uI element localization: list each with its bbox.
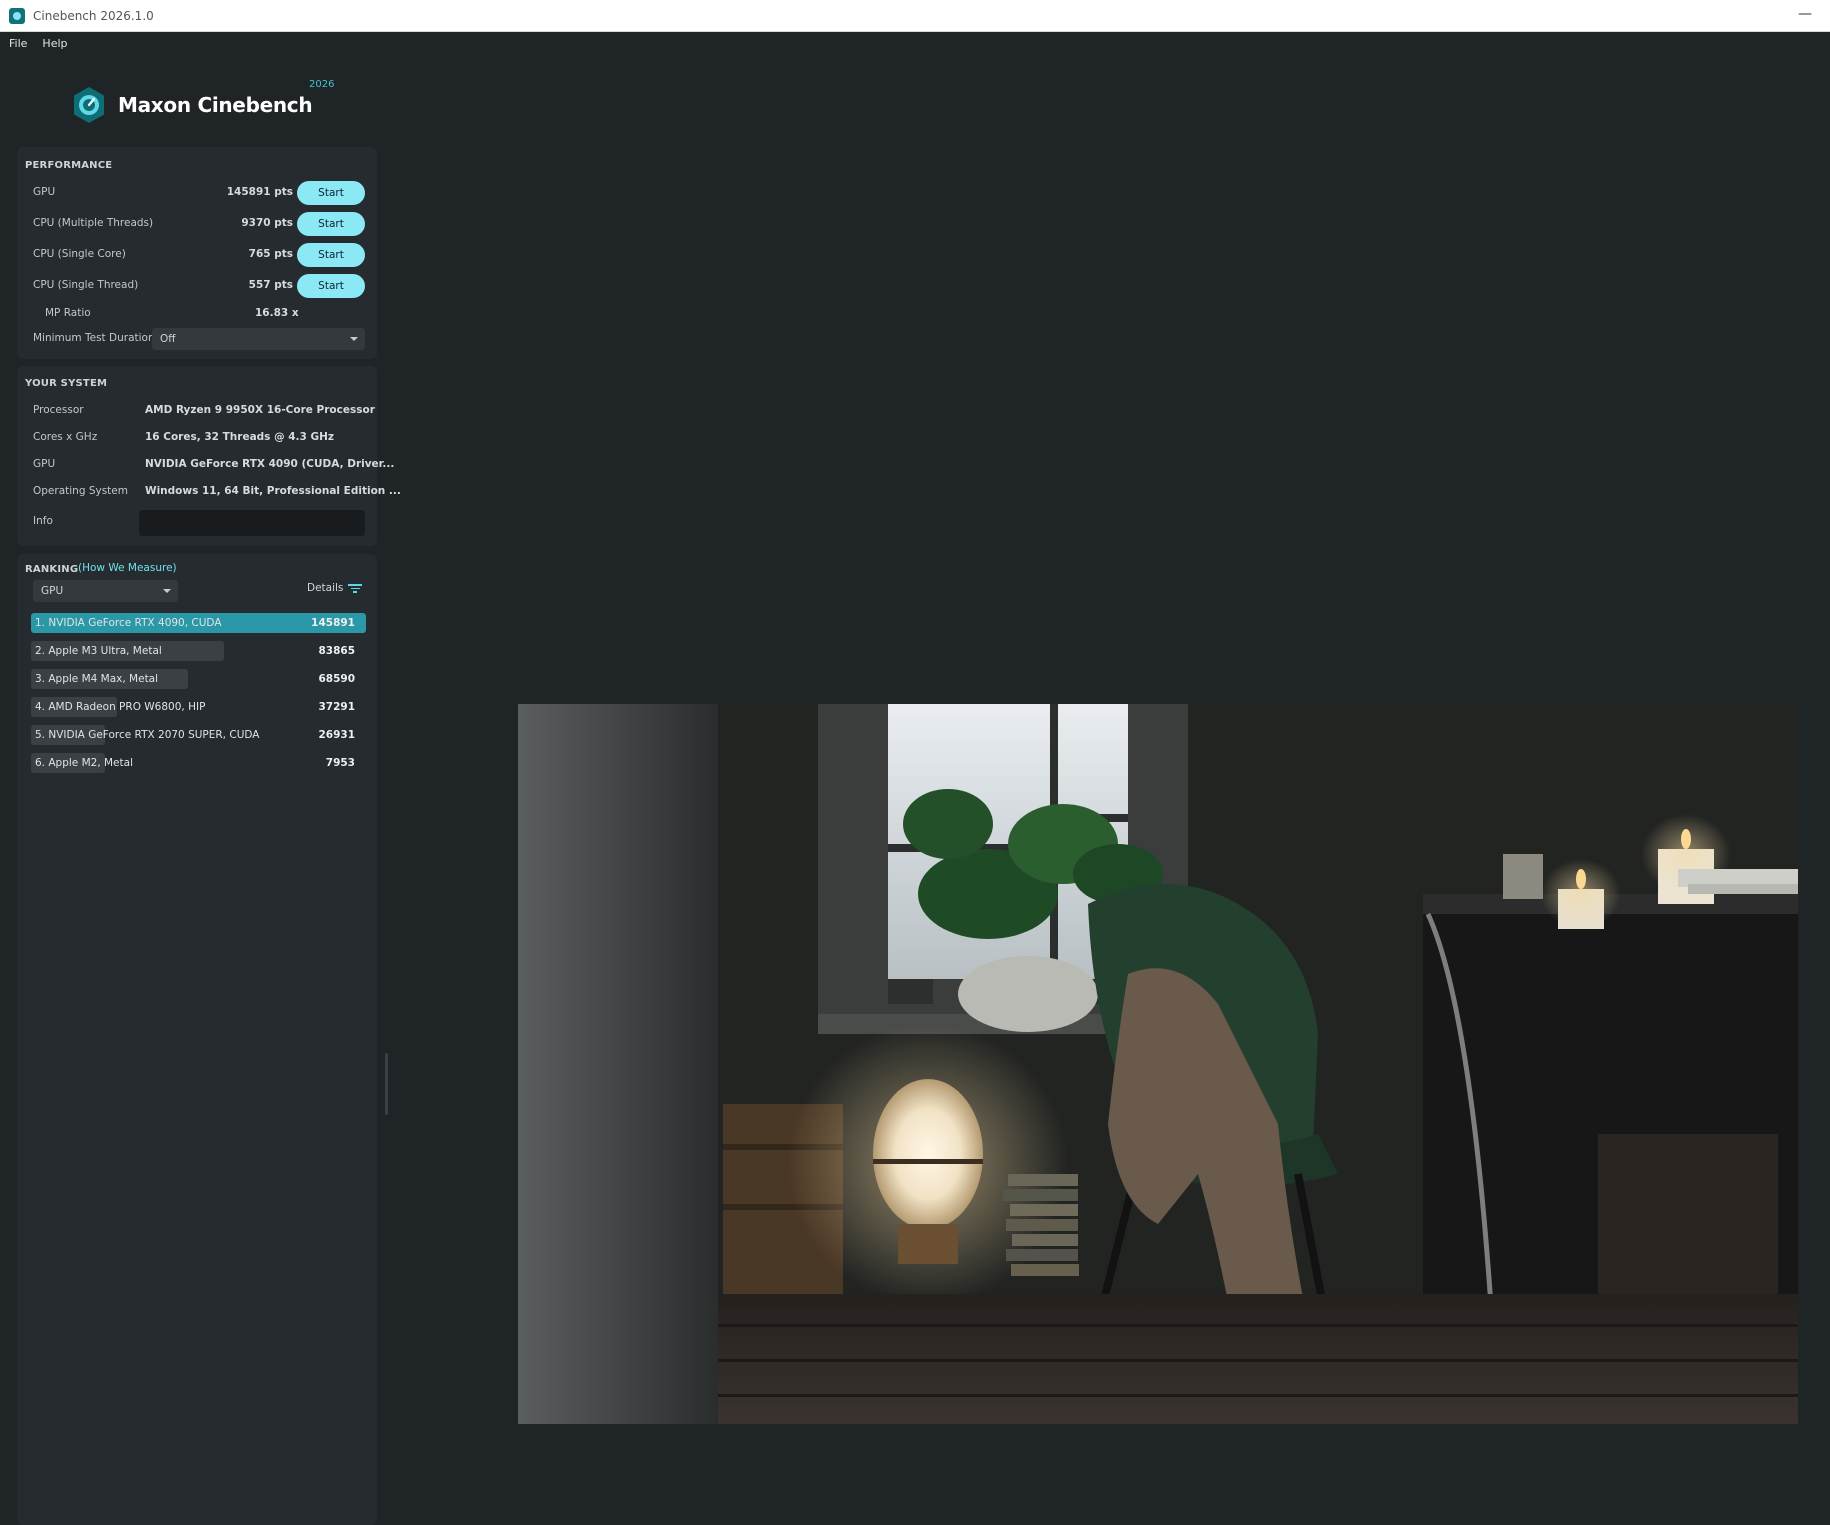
min-duration-select[interactable]: Off <box>152 328 365 350</box>
sys-label: Processor <box>33 404 84 416</box>
performance-title: PERFORMANCE <box>25 160 113 171</box>
mp-ratio-label: MP Ratio <box>45 307 91 319</box>
min-duration-label: Minimum Test Duration <box>33 332 155 344</box>
perf-label: CPU (Multiple Threads) <box>33 217 154 229</box>
mp-ratio-value: 16.83 x <box>255 307 299 319</box>
render-image <box>518 704 1798 1424</box>
ranking-name: 4. AMD Radeon PRO W6800, HIP <box>35 701 206 713</box>
logo: Maxon Cinebench <box>70 82 313 128</box>
ranking-panel: RANKING (How We Measure) GPU Details 1. … <box>17 554 377 1525</box>
ranking-type-select[interactable]: GPU <box>33 580 178 602</box>
filter-icon <box>348 583 363 593</box>
sys-value: Windows 11, 64 Bit, Professional Edition… <box>145 485 401 497</box>
details-button[interactable]: Details <box>307 582 363 594</box>
sys-row-cores: Cores x GHz 16 Cores, 32 Threads @ 4.3 G… <box>17 428 377 448</box>
sys-label: GPU <box>33 458 56 470</box>
system-panel: YOUR SYSTEM Processor AMD Ryzen 9 9950X … <box>17 366 401 546</box>
min-duration-value: Off <box>160 333 176 345</box>
cinebench-app-icon <box>9 7 25 24</box>
ranking-row[interactable]: 6. Apple M2, Metal 7953 <box>31 753 366 773</box>
minimize-button[interactable]: — <box>1794 6 1816 26</box>
perf-value: 9370 pts <box>241 217 293 229</box>
ranking-row[interactable]: 4. AMD Radeon PRO W6800, HIP 37291 <box>31 697 366 717</box>
ranking-name: 3. Apple M4 Max, Metal <box>35 673 159 685</box>
menu-file[interactable]: File <box>9 37 27 50</box>
system-title: YOUR SYSTEM <box>25 378 108 389</box>
menu-bar: File Help <box>0 32 1830 54</box>
perf-value: 145891 pts <box>226 186 293 198</box>
menu-help[interactable]: Help <box>42 37 67 50</box>
logo-text: Maxon Cinebench <box>118 93 313 117</box>
ranking-score: 83865 <box>318 645 355 657</box>
ranking-name: 1. NVIDIA GeForce RTX 4090, CUDA <box>35 617 222 629</box>
min-duration-row: Minimum Test Duration Off <box>17 327 377 351</box>
ranking-score: 68590 <box>318 673 355 685</box>
ranking-row[interactable]: 2. Apple M3 Ultra, Metal 83865 <box>31 641 366 661</box>
ranking-name: 5. NVIDIA GeForce RTX 2070 SUPER, CUDA <box>35 729 260 741</box>
start-cpu-single-core-button[interactable]: Start <box>297 243 365 267</box>
sys-row-gpu: GPU NVIDIA GeForce RTX 4090 (CUDA, Drive… <box>17 455 394 475</box>
perf-label: GPU <box>33 186 56 198</box>
sys-value: AMD Ryzen 9 9950X 16-Core Processor <box>145 404 375 416</box>
perf-row-cpu-single-thread: CPU (Single Thread) 557 pts Start <box>17 274 377 298</box>
chevron-down-icon <box>163 589 171 593</box>
start-gpu-button[interactable]: Start <box>297 181 365 205</box>
perf-label: CPU (Single Thread) <box>33 279 139 291</box>
cinebench-logo-icon <box>70 86 108 124</box>
sys-label: Cores x GHz <box>33 431 98 443</box>
ranking-row[interactable]: 3. Apple M4 Max, Metal 68590 <box>31 669 366 689</box>
sys-label: Operating System <box>33 485 128 497</box>
info-field[interactable] <box>139 510 365 536</box>
ranking-row[interactable]: 1. NVIDIA GeForce RTX 4090, CUDA 145891 <box>31 613 366 633</box>
sys-value: 16 Cores, 32 Threads @ 4.3 GHz <box>145 431 335 443</box>
ranking-title: RANKING <box>25 564 79 575</box>
ranking-type-value: GPU <box>41 585 64 597</box>
start-cpu-single-thread-button[interactable]: Start <box>297 274 365 298</box>
sidebar: Maxon Cinebench 2026 PERFORMANCE GPU 145… <box>0 54 401 1525</box>
mp-ratio-row: MP Ratio 16.83 x <box>17 302 377 326</box>
sys-row-os: Operating System Windows 11, 64 Bit, Pro… <box>17 482 401 502</box>
ranking-score: 26931 <box>318 729 355 741</box>
ranking-row[interactable]: 5. NVIDIA GeForce RTX 2070 SUPER, CUDA 2… <box>31 725 366 745</box>
ranking-score: 37291 <box>318 701 355 713</box>
logo-year: 2026 <box>309 79 335 90</box>
ranking-score: 145891 <box>311 617 355 629</box>
start-cpu-multi-button[interactable]: Start <box>297 212 365 236</box>
how-we-measure-link[interactable]: (How We Measure) <box>78 562 177 574</box>
sys-value: NVIDIA GeForce RTX 4090 (CUDA, Driver... <box>145 458 395 470</box>
info-label: Info <box>33 515 53 527</box>
window-title: Cinebench 2026.1.0 <box>33 8 154 23</box>
panel-splitter-handle[interactable] <box>385 1053 388 1115</box>
sys-row-processor: Processor AMD Ryzen 9 9950X 16-Core Proc… <box>17 401 377 421</box>
render-viewport <box>518 704 1798 1424</box>
chevron-down-icon <box>350 337 358 341</box>
title-bar: Cinebench 2026.1.0 — <box>0 0 1830 32</box>
performance-panel: PERFORMANCE GPU 145891 pts Start CPU (Mu… <box>17 147 377 359</box>
perf-row-cpu-multi: CPU (Multiple Threads) 9370 pts Start <box>17 212 377 236</box>
perf-value: 765 pts <box>248 248 293 260</box>
details-label: Details <box>307 582 344 594</box>
ranking-name: 6. Apple M2, Metal <box>35 757 133 769</box>
perf-label: CPU (Single Core) <box>33 248 126 260</box>
perf-row-gpu: GPU 145891 pts Start <box>17 181 377 205</box>
ranking-score: 7953 <box>325 757 355 769</box>
ranking-name: 2. Apple M3 Ultra, Metal <box>35 645 162 657</box>
perf-row-cpu-single-core: CPU (Single Core) 765 pts Start <box>17 243 377 267</box>
perf-value: 557 pts <box>248 279 293 291</box>
